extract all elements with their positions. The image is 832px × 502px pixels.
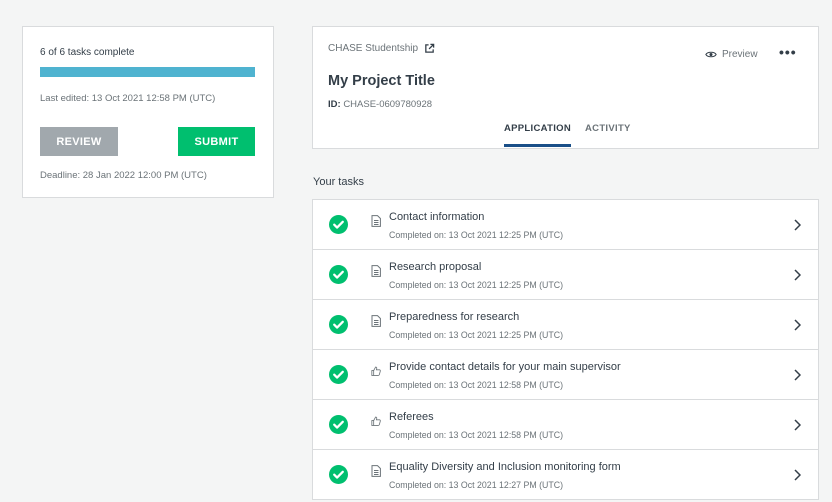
project-title: My Project Title <box>328 73 435 89</box>
document-icon <box>371 215 381 227</box>
task-title: Equality Diversity and Inclusion monitor… <box>389 461 621 473</box>
submission-status-card: 6 of 6 tasks complete Last edited: 13 Oc… <box>22 26 274 198</box>
chevron-right-icon <box>794 369 801 381</box>
project-header-card: CHASE Studentship Preview ••• My Project… <box>312 26 819 149</box>
chevron-right-icon <box>794 269 801 281</box>
program-link[interactable]: CHASE Studentship <box>328 43 435 54</box>
check-circle-icon <box>329 465 348 484</box>
project-id-value: CHASE-0609780928 <box>343 99 433 110</box>
check-circle-icon <box>329 265 348 284</box>
task-completed-date: Completed on: 13 Oct 2021 12:25 PM (UTC) <box>389 330 564 340</box>
eye-icon <box>705 51 717 58</box>
document-icon <box>371 265 381 277</box>
progress-bar-fill <box>40 67 255 77</box>
chevron-right-icon <box>794 219 801 231</box>
task-row-main-supervisor[interactable]: Provide contact details for your main su… <box>313 350 818 400</box>
tasks-complete-text: 6 of 6 tasks complete <box>40 47 135 58</box>
project-id: ID: CHASE-0609780928 <box>328 99 432 110</box>
document-icon <box>371 315 381 327</box>
task-completed-date: Completed on: 13 Oct 2021 12:27 PM (UTC) <box>389 480 564 490</box>
tasks-heading: Your tasks <box>313 176 364 188</box>
last-edited-text: Last edited: 13 Oct 2021 12:58 PM (UTC) <box>40 93 216 104</box>
chevron-right-icon <box>794 319 801 331</box>
task-title: Research proposal <box>389 261 482 273</box>
task-completed-date: Completed on: 13 Oct 2021 12:25 PM (UTC) <box>389 280 564 290</box>
task-row-contact-information[interactable]: Contact information Completed on: 13 Oct… <box>313 200 818 250</box>
more-options-button[interactable]: ••• <box>779 44 797 60</box>
task-row-equality-diversity-inclusion[interactable]: Equality Diversity and Inclusion monitor… <box>313 450 818 500</box>
check-circle-icon <box>329 415 348 434</box>
task-title: Referees <box>389 411 434 423</box>
task-title: Preparedness for research <box>389 311 520 323</box>
tab-application[interactable]: APPLICATION <box>504 123 571 147</box>
task-title: Provide contact details for your main su… <box>389 361 621 373</box>
check-circle-icon <box>329 365 348 384</box>
submit-button[interactable]: SUBMIT <box>178 127 255 156</box>
check-circle-icon <box>329 215 348 234</box>
preview-button[interactable]: Preview <box>705 49 758 60</box>
task-row-research-proposal[interactable]: Research proposal Completed on: 13 Oct 2… <box>313 250 818 300</box>
task-completed-date: Completed on: 13 Oct 2021 12:58 PM (UTC) <box>389 430 564 440</box>
preview-label: Preview <box>722 49 758 60</box>
task-completed-date: Completed on: 13 Oct 2021 12:25 PM (UTC) <box>389 230 564 240</box>
task-list: Contact information Completed on: 13 Oct… <box>312 199 819 500</box>
review-button[interactable]: REVIEW <box>40 127 118 156</box>
thumbs-up-icon <box>371 416 381 426</box>
progress-bar <box>40 67 255 77</box>
tab-bar: APPLICATION ACTIVITY <box>313 123 818 149</box>
project-id-label: ID: <box>328 99 341 110</box>
task-row-preparedness-for-research[interactable]: Preparedness for research Completed on: … <box>313 300 818 350</box>
deadline-text: Deadline: 28 Jan 2022 12:00 PM (UTC) <box>40 170 207 181</box>
tab-activity[interactable]: ACTIVITY <box>585 123 631 147</box>
task-row-referees[interactable]: Referees Completed on: 13 Oct 2021 12:58… <box>313 400 818 450</box>
task-completed-date: Completed on: 13 Oct 2021 12:58 PM (UTC) <box>389 380 564 390</box>
task-title: Contact information <box>389 211 485 223</box>
chevron-right-icon <box>794 419 801 431</box>
chevron-right-icon <box>794 469 801 481</box>
document-icon <box>371 465 381 477</box>
thumbs-up-icon <box>371 366 381 376</box>
program-name: CHASE Studentship <box>328 43 419 54</box>
check-circle-icon <box>329 315 348 334</box>
external-link-icon[interactable] <box>424 43 435 54</box>
